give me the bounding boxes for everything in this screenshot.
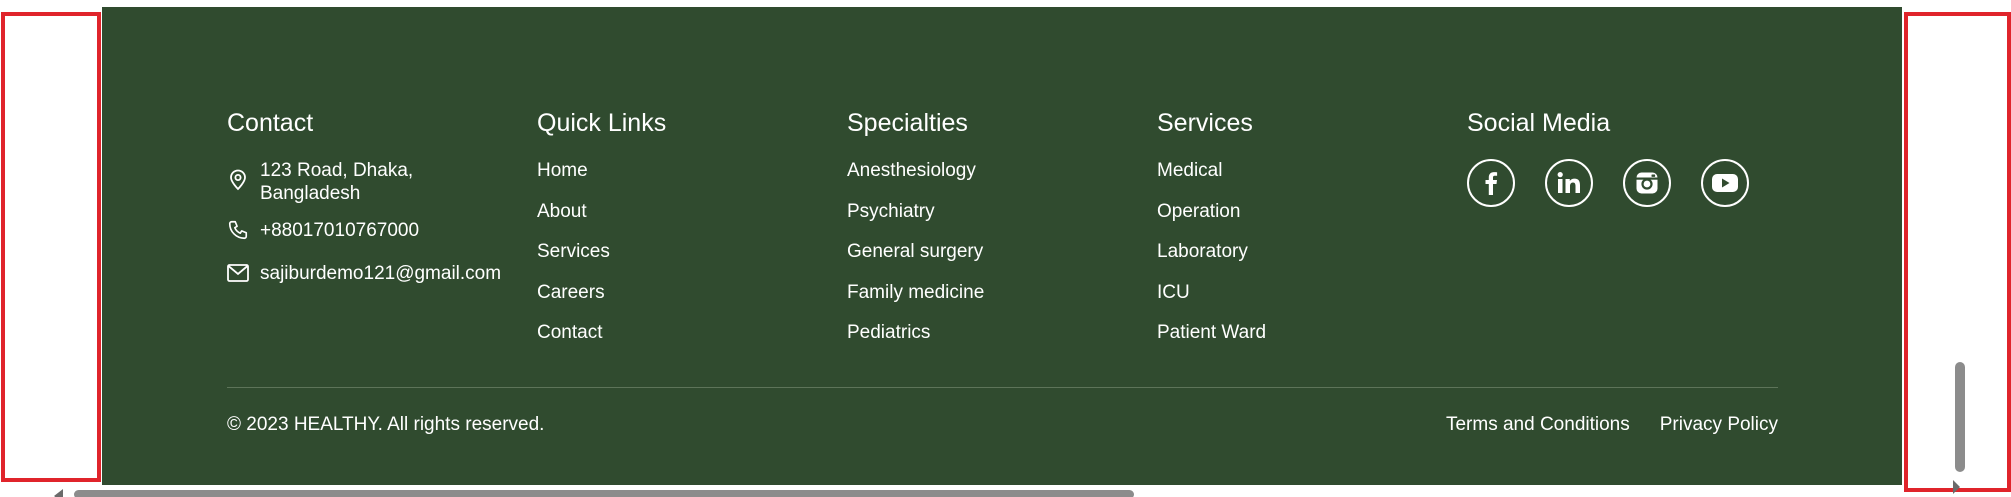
service-link-laboratory[interactable]: Laboratory (1157, 240, 1467, 263)
phone-number: +88017010767000 (260, 220, 420, 241)
footer-bottom-bar: © 2023 HEALTHY. All rights reserved. Ter… (227, 413, 1778, 437)
social-media-column: Social Media (1467, 107, 1777, 362)
address-line-2: Bangladesh (260, 183, 361, 204)
services-list: Medical Operation Laboratory ICU Patient… (1157, 159, 1467, 344)
quick-link-contact[interactable]: Contact (537, 321, 847, 344)
horizontal-scrollbar-thumb[interactable] (74, 490, 1134, 497)
phone-row[interactable]: +88017010767000 (227, 219, 537, 242)
privacy-link[interactable]: Privacy Policy (1660, 413, 1778, 437)
quick-link-careers[interactable]: Careers (537, 281, 847, 304)
specialties-column: Specialties Anesthesiology Psychiatry Ge… (847, 107, 1157, 362)
scroll-left-arrow-icon[interactable] (54, 489, 63, 497)
specialties-list: Anesthesiology Psychiatry General surger… (847, 159, 1157, 344)
left-highlight-frame (1, 12, 101, 482)
specialty-link-psychiatry[interactable]: Psychiatry (847, 200, 1157, 223)
terms-link[interactable]: Terms and Conditions (1446, 413, 1630, 437)
specialty-link-pediatrics[interactable]: Pediatrics (847, 321, 1157, 344)
quick-links-list: Home About Services Careers Contact (537, 159, 847, 344)
email-address: sajiburdemo121@gmail.com (260, 263, 502, 284)
services-title: Services (1157, 109, 1253, 137)
quick-links-title: Quick Links (537, 109, 667, 137)
quick-link-home[interactable]: Home (537, 159, 847, 182)
phone-icon (227, 219, 249, 241)
social-media-title: Social Media (1467, 109, 1611, 137)
quick-link-about[interactable]: About (537, 200, 847, 223)
contact-column: Contact 123 Road, Dhaka, Bangladesh +880… (227, 107, 537, 362)
instagram-icon[interactable] (1623, 159, 1671, 207)
footer-columns: Contact 123 Road, Dhaka, Bangladesh +880… (227, 107, 1777, 362)
mail-icon (227, 262, 249, 284)
site-footer: Contact 123 Road, Dhaka, Bangladesh +880… (102, 7, 1902, 485)
specialty-link-general-surgery[interactable]: General surgery (847, 240, 1157, 263)
page: Contact 123 Road, Dhaka, Bangladesh +880… (0, 0, 2011, 497)
specialty-link-family-medicine[interactable]: Family medicine (847, 281, 1157, 304)
scroll-right-arrow-icon[interactable] (1953, 480, 1960, 494)
legal-links: Terms and Conditions Privacy Policy (1446, 413, 1778, 437)
copyright-text: © 2023 HEALTHY. All rights reserved. (227, 414, 545, 435)
youtube-icon[interactable] (1701, 159, 1749, 207)
specialties-title: Specialties (847, 109, 968, 137)
service-link-medical[interactable]: Medical (1157, 159, 1467, 182)
vertical-scrollbar-thumb[interactable] (1955, 362, 1965, 472)
address-line-1: 123 Road, Dhaka, (260, 160, 414, 181)
service-link-operation[interactable]: Operation (1157, 200, 1467, 223)
social-icons (1467, 159, 1777, 207)
email-row[interactable]: sajiburdemo121@gmail.com (227, 262, 537, 285)
footer-divider (227, 387, 1778, 388)
quick-link-services[interactable]: Services (537, 240, 847, 263)
specialty-link-anesthesiology[interactable]: Anesthesiology (847, 159, 1157, 182)
contact-title: Contact (227, 109, 314, 137)
quick-links-column: Quick Links Home About Services Careers … (537, 107, 847, 362)
service-link-icu[interactable]: ICU (1157, 281, 1467, 304)
address-row: 123 Road, Dhaka, Bangladesh (227, 159, 537, 205)
service-link-patient-ward[interactable]: Patient Ward (1157, 321, 1467, 344)
linkedin-icon[interactable] (1545, 159, 1593, 207)
facebook-icon[interactable] (1467, 159, 1515, 207)
address-text: 123 Road, Dhaka, Bangladesh (260, 159, 413, 205)
services-column: Services Medical Operation Laboratory IC… (1157, 107, 1467, 362)
location-pin-icon (227, 169, 249, 191)
